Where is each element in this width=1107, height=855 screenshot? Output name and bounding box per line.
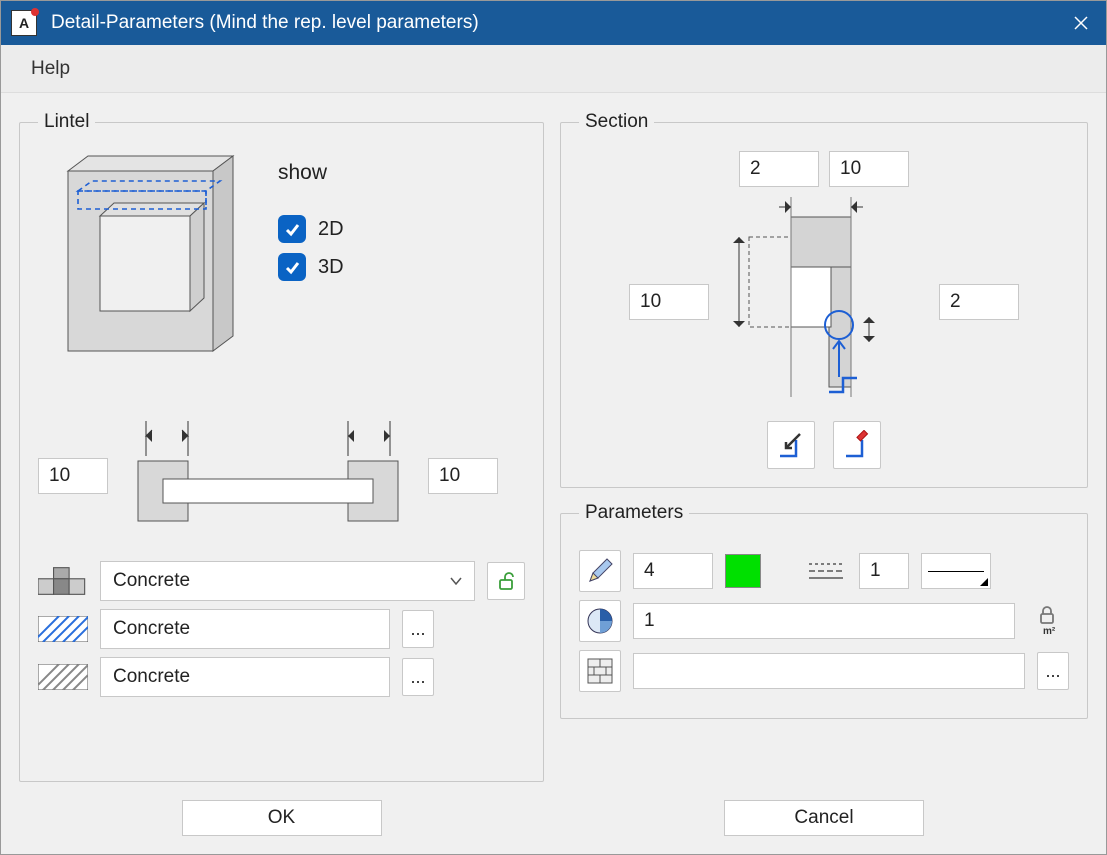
layer-button[interactable] — [579, 600, 621, 642]
checkbox-2d[interactable]: 2D — [278, 215, 344, 243]
hatch2-field[interactable]: Concrete — [100, 657, 390, 697]
menubar: Help — [1, 45, 1106, 93]
line-type-icon — [809, 560, 843, 582]
checkbox-3d-label: 3D — [318, 256, 344, 279]
hatch-grey-icon — [38, 664, 88, 690]
section-tool-edit-button[interactable] — [833, 421, 881, 469]
section-top-left-input[interactable]: 2 — [739, 151, 819, 187]
close-icon — [1074, 16, 1088, 30]
lintel-3d-diagram — [38, 151, 238, 381]
ok-button[interactable]: OK — [182, 800, 382, 836]
parameters-legend: Parameters — [579, 502, 689, 524]
pie-layer-icon — [586, 607, 614, 635]
hatch1-more-button[interactable]: ... — [402, 610, 434, 648]
show-label: show — [278, 161, 344, 185]
layer-value-input[interactable]: 1 — [633, 603, 1015, 639]
section-group: Section 2 10 10 — [560, 111, 1088, 488]
surface-button[interactable] — [579, 650, 621, 692]
material-combo-value: Concrete — [113, 570, 190, 592]
parameters-group: Parameters 4 — [560, 502, 1088, 719]
brick-icon — [586, 657, 614, 685]
lintel-group: Lintel — [19, 111, 544, 782]
check-icon — [278, 215, 306, 243]
pen-color-swatch[interactable] — [725, 554, 761, 588]
cancel-button[interactable]: Cancel — [724, 800, 924, 836]
lintel-legend: Lintel — [38, 111, 95, 133]
surface-value-input[interactable] — [633, 653, 1025, 689]
section-top-right-input[interactable]: 10 — [829, 151, 909, 187]
dialog-window: A Detail-Parameters (Mind the rep. level… — [0, 0, 1107, 855]
close-button[interactable] — [1056, 1, 1106, 45]
hatch1-value: Concrete — [113, 618, 190, 640]
app-icon: A — [11, 10, 37, 36]
material-icon — [38, 564, 88, 598]
check-icon — [278, 253, 306, 281]
unlock-button[interactable] — [487, 562, 525, 600]
hatch1-field[interactable]: Concrete — [100, 609, 390, 649]
pen-value-input[interactable]: 4 — [633, 553, 713, 589]
section-arrow-icon — [776, 430, 806, 460]
section-edit-icon — [842, 430, 872, 460]
layer-lock-info: m² — [1027, 600, 1069, 642]
svg-text:m²: m² — [1043, 626, 1056, 636]
menu-help[interactable]: Help — [21, 52, 80, 86]
section-legend: Section — [579, 111, 654, 133]
checkbox-2d-label: 2D — [318, 218, 344, 241]
window-title: Detail-Parameters (Mind the rep. level p… — [47, 12, 1056, 34]
material-combo[interactable]: Concrete — [100, 561, 475, 601]
section-right-input[interactable]: 2 — [939, 284, 1019, 320]
pencil-icon — [587, 558, 613, 584]
lintel-plan-diagram — [118, 421, 418, 531]
section-left-input[interactable]: 10 — [629, 284, 709, 320]
lap-left-input[interactable]: 10 — [38, 458, 108, 494]
hatch2-value: Concrete — [113, 666, 190, 688]
titlebar: A Detail-Parameters (Mind the rep. level… — [1, 1, 1106, 45]
hatch2-more-button[interactable]: ... — [402, 658, 434, 696]
lock-m2-icon: m² — [1033, 606, 1063, 636]
pen-button[interactable] — [579, 550, 621, 592]
line-value-input[interactable]: 1 — [859, 553, 909, 589]
lap-right-input[interactable]: 10 — [428, 458, 498, 494]
line-type-button[interactable] — [805, 550, 847, 592]
line-style-swatch[interactable] — [921, 553, 991, 589]
surface-more-button[interactable]: ... — [1037, 652, 1069, 690]
checkbox-3d[interactable]: 3D — [278, 253, 344, 281]
section-tool-arrow-button[interactable] — [767, 421, 815, 469]
hatch-blue-icon — [38, 616, 88, 642]
chevron-down-icon — [450, 577, 462, 585]
section-diagram — [729, 197, 919, 407]
client-area: Lintel — [1, 93, 1106, 854]
unlock-icon — [495, 570, 517, 592]
